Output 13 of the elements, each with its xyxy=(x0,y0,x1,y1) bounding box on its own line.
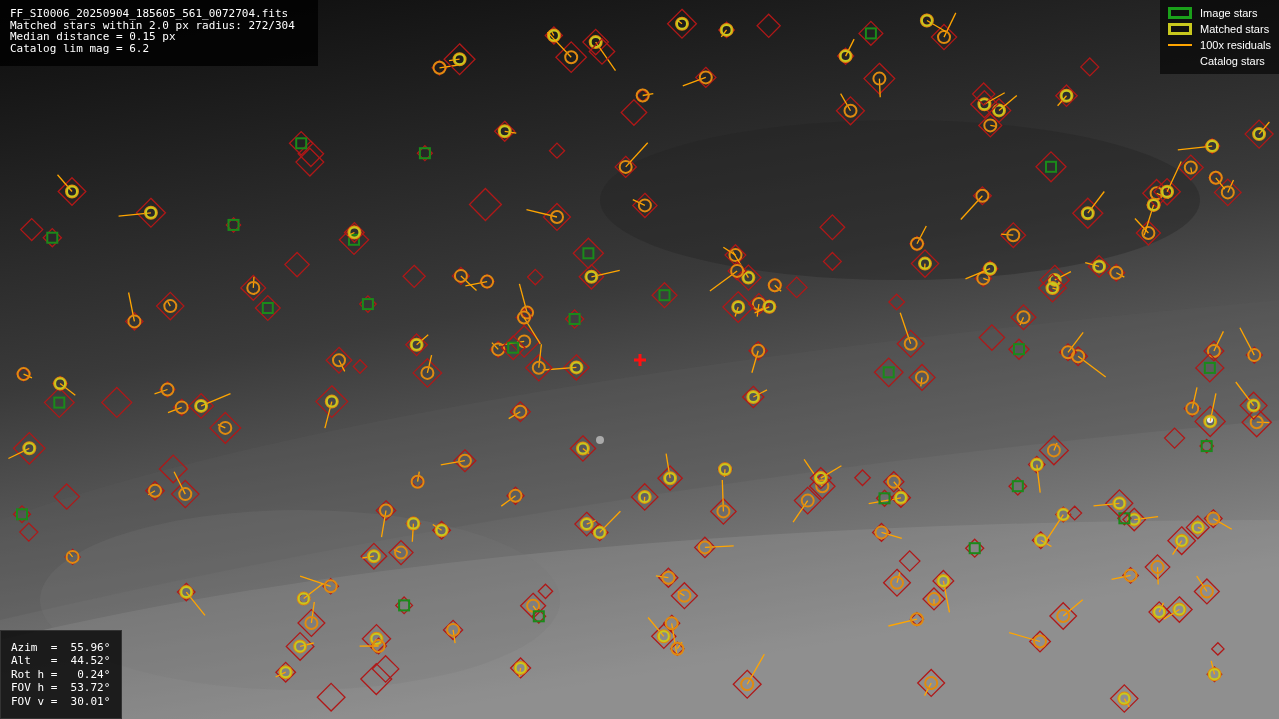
legend-label: Catalog stars xyxy=(1200,53,1265,69)
pointing-line: Azim = 55.96° xyxy=(11,640,111,654)
pointing-line: Alt = 44.52° xyxy=(11,654,111,668)
legend-label: 100x residuals xyxy=(1200,37,1271,53)
info-line: Catalog lim mag = 6.2 xyxy=(10,42,151,54)
legend-label: Image stars xyxy=(1200,5,1258,21)
legend-label: Matched stars xyxy=(1200,21,1270,37)
pointing-line: FOV h = 53.72° xyxy=(11,681,111,695)
pointing-line: FOV v = 30.01° xyxy=(11,694,111,708)
pointing-line: Rot h = 0.24° xyxy=(11,667,111,681)
info-line: Median distance = 0.15 px xyxy=(10,31,176,43)
info-line: FF_SI0006_20250904_185605_561_0072704.fits xyxy=(10,8,290,20)
info-line: Matched stars within 2.0 px radius: 272/304 xyxy=(10,19,296,31)
